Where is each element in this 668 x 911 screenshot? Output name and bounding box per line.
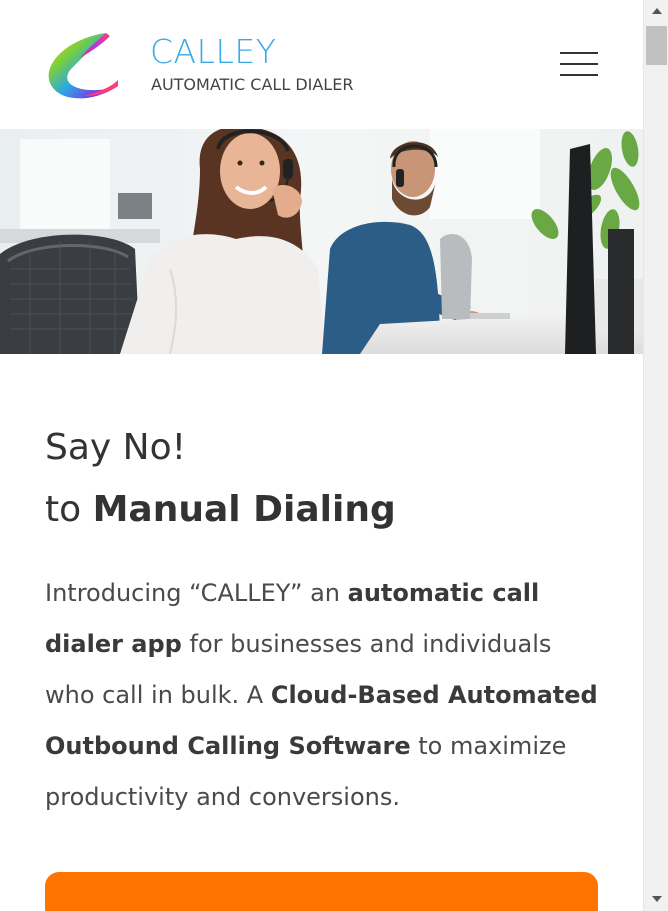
- scroll-thumb[interactable]: [646, 26, 667, 65]
- headline-bold: Manual Dialing: [92, 489, 396, 530]
- hamburger-menu-icon[interactable]: [560, 50, 598, 78]
- hero-image: [0, 129, 643, 354]
- headline-line-1: Say No!: [45, 427, 187, 468]
- calley-logo-icon[interactable]: [44, 30, 120, 100]
- call-center-agents-photo: [0, 129, 643, 354]
- logo-subtitle: AUTOMATIC CALL DIALER: [151, 75, 354, 94]
- site-header: CALLEY AUTOMATIC CALL DIALER: [0, 0, 643, 129]
- scroll-down-arrow-icon[interactable]: [644, 889, 668, 911]
- cta-button[interactable]: [45, 872, 598, 911]
- intro-section: Say No! to Manual Dialing Introducing “C…: [45, 420, 605, 823]
- intro-text-1: Introducing “CALLEY” an: [45, 579, 348, 607]
- vertical-scrollbar[interactable]: [643, 0, 668, 911]
- menu-bar: [560, 52, 598, 54]
- headline-line-2: to Manual Dialing: [45, 476, 605, 544]
- logo-title[interactable]: CALLEY: [150, 32, 276, 72]
- page-viewport: CALLEY AUTOMATIC CALL DIALER Say No! to …: [0, 0, 643, 911]
- menu-bar: [560, 63, 598, 65]
- menu-bar: [560, 74, 598, 76]
- headline-prefix: to: [45, 489, 93, 530]
- scroll-up-arrow-icon[interactable]: [644, 0, 668, 22]
- intro-paragraph: Introducing “CALLEY” an automatic call d…: [45, 568, 605, 823]
